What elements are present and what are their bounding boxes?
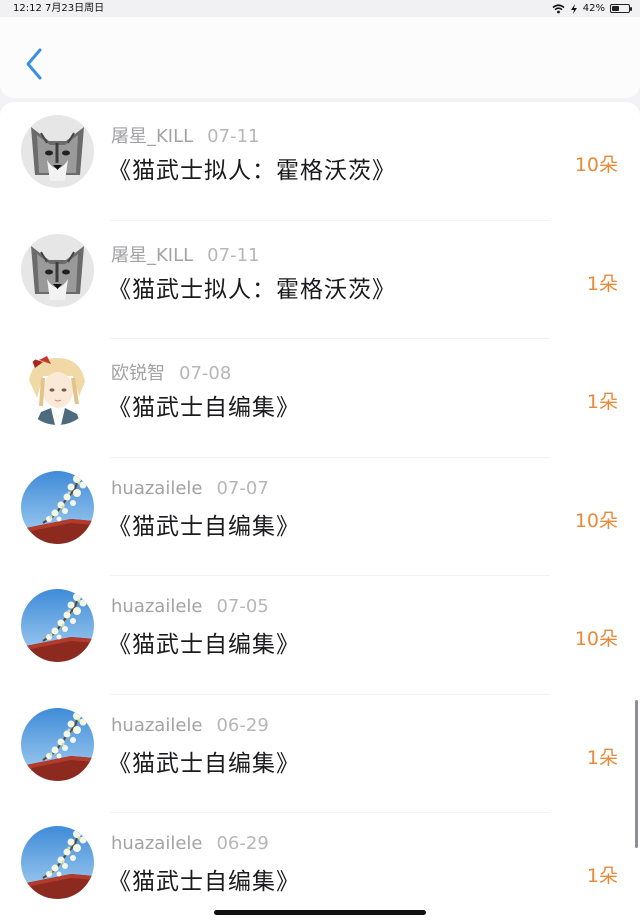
charging-icon <box>570 3 577 14</box>
username[interactable]: huazailele <box>111 596 202 617</box>
book-title[interactable]: 《猫武士自编集》 <box>108 625 300 659</box>
list-item[interactable]: 屠星_KILL 07-11 《猫武士拟人：霍格沃茨》 1朵 <box>0 221 640 340</box>
gift-date: 07-11 <box>207 126 260 147</box>
wolf-avatar <box>21 234 94 307</box>
chevron-left-icon <box>26 48 42 80</box>
wifi-icon <box>552 3 565 13</box>
avatar[interactable] <box>21 471 94 544</box>
avatar[interactable] <box>21 708 94 781</box>
book-title[interactable]: 《猫武士自编集》 <box>108 862 300 896</box>
blossom-avatar <box>21 826 94 899</box>
row-meta: 屠星_KILL 07-11 <box>111 122 259 148</box>
book-title[interactable]: 《猫武士拟人：霍格沃茨》 <box>108 270 396 304</box>
list-item[interactable]: huazailele 07-05 《猫武士自编集》 10朵 <box>0 576 640 695</box>
list-item[interactable]: huazailele 06-29 《猫武士自编集》 1朵 <box>0 813 640 921</box>
username[interactable]: huazailele <box>111 715 202 736</box>
flower-count: 1朵 <box>586 746 618 769</box>
battery-icon <box>610 4 632 13</box>
flower-count: 1朵 <box>586 272 618 295</box>
avatar[interactable] <box>21 589 94 662</box>
battery-percent: 42% <box>582 3 605 14</box>
book-title[interactable]: 《猫武士自编集》 <box>108 744 300 778</box>
avatar[interactable] <box>21 115 94 188</box>
avatar[interactable] <box>21 826 94 899</box>
username[interactable]: huazailele <box>111 833 202 854</box>
book-title[interactable]: 《猫武士自编集》 <box>108 507 300 541</box>
row-meta: huazailele 06-29 <box>111 715 269 736</box>
row-meta: huazailele 06-29 <box>111 833 269 854</box>
back-button[interactable] <box>20 45 48 85</box>
gift-date: 07-11 <box>207 244 260 266</box>
username[interactable]: huazailele <box>111 478 202 499</box>
flower-count: 1朵 <box>586 865 618 887</box>
gift-date: 07-05 <box>216 596 269 617</box>
blossom-avatar <box>21 471 94 544</box>
username[interactable]: 屠星_KILL <box>111 245 193 266</box>
scroll-indicator[interactable] <box>635 700 638 848</box>
row-meta: huazailele 07-05 <box>111 596 269 617</box>
row-meta: huazailele 07-07 <box>111 478 269 499</box>
avatar[interactable] <box>21 352 94 425</box>
blossom-avatar <box>21 708 94 781</box>
flower-count: 10朵 <box>574 154 618 176</box>
flower-count: 10朵 <box>574 509 618 532</box>
navigation-bar <box>0 17 640 98</box>
home-indicator[interactable] <box>214 910 426 915</box>
status-indicators: 42% <box>552 0 632 17</box>
list-item[interactable]: huazailele 06-29 《猫武士自编集》 1朵 <box>0 695 640 814</box>
blossom-avatar <box>21 589 94 662</box>
flower-count: 10朵 <box>574 628 618 650</box>
book-title[interactable]: 《猫武士自编集》 <box>108 388 300 422</box>
wolf-avatar <box>21 115 94 188</box>
battery-level-fill <box>612 6 620 11</box>
anime-avatar <box>21 352 94 425</box>
list-item[interactable]: 欧锐智 07-08 《猫武士自编集》 1朵 <box>0 339 640 458</box>
username[interactable]: 欧锐智 <box>111 363 165 384</box>
list-item[interactable]: huazailele 07-07 《猫武士自编集》 10朵 <box>0 458 640 577</box>
row-meta: 屠星_KILL 07-11 <box>111 241 259 267</box>
gift-date: 06-29 <box>216 714 269 736</box>
row-meta: 欧锐智 07-08 <box>111 359 231 385</box>
status-bar: 12:12 7月23日周日 42% <box>0 0 640 17</box>
gift-date: 06-29 <box>216 833 269 854</box>
status-time: 12:12 <box>13 3 42 14</box>
gift-date: 07-07 <box>216 477 269 499</box>
book-title[interactable]: 《猫武士拟人：霍格沃茨》 <box>108 151 396 185</box>
list-item[interactable]: 屠星_KILL 07-11 《猫武士拟人：霍格沃茨》 10朵 <box>0 102 640 221</box>
gift-date: 07-08 <box>179 363 232 384</box>
status-date: 7月23日周日 <box>45 3 105 14</box>
flower-count: 1朵 <box>586 391 618 413</box>
avatar[interactable] <box>21 234 94 307</box>
username[interactable]: 屠星_KILL <box>111 126 193 147</box>
flower-gift-list: 屠星_KILL 07-11 《猫武士拟人：霍格沃茨》 10朵 屠星_KILL 07-11 《… <box>0 102 640 921</box>
